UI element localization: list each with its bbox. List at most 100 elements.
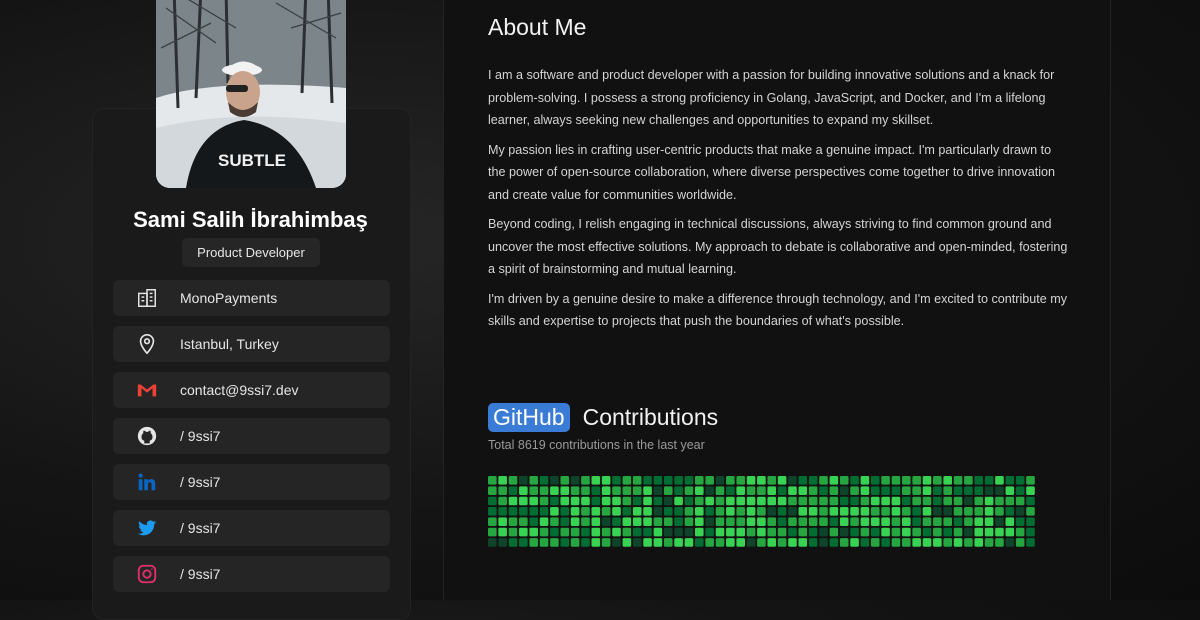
contribution-cell [881,496,890,506]
contribution-cell [622,476,632,485]
contribution-cell [788,476,797,485]
contribution-cell [508,476,518,485]
contribution-cell [560,476,570,485]
email-row[interactable]: contact@9ssi7.dev [113,372,390,408]
contribution-cell [498,486,507,495]
contribution-cell [726,517,735,526]
contribution-cell [539,507,549,516]
contribution-cell [922,476,932,485]
contribution-cell [581,486,590,495]
contribution-cell [705,496,714,506]
contribution-cell [1005,496,1015,506]
contribution-cell [653,507,663,516]
contribution-cell [601,496,611,506]
contribution-cell [601,476,611,485]
twitter-row[interactable]: / 9ssi7 [113,510,390,546]
contribution-cell [777,517,787,526]
contribution-cell [912,527,921,537]
contribution-cell [643,486,652,495]
github-link[interactable]: / 9ssi7 [180,428,220,444]
contribution-cell [508,507,518,516]
contribution-cell [498,527,507,537]
contribution-cell [829,517,839,526]
contribution-cell [632,496,642,506]
contribution-cell [695,507,704,516]
contribution-cell [612,486,621,495]
contribution-cell [829,486,839,495]
contribution-cell [798,517,808,526]
contribution-cell [933,507,942,516]
about-body: I am a software and product developer wi… [488,64,1068,340]
contribution-cell [943,476,952,485]
contribution-cell [488,507,497,516]
email-link[interactable]: contact@9ssi7.dev [180,382,299,398]
contribution-cell [529,486,538,495]
contribution-cell [1026,507,1035,516]
contribution-cell [943,517,952,526]
instagram-link[interactable]: / 9ssi7 [180,566,220,582]
about-paragraph: My passion lies in crafting user-centric… [488,142,1056,202]
contribution-cell [508,496,518,506]
contribution-cell [612,496,621,506]
contribution-cell [529,476,538,485]
contribution-cell [726,538,735,547]
contribution-cell [705,476,714,485]
contribution-cell [777,486,787,495]
contribution-cell [829,476,839,485]
contribution-cell [519,538,528,547]
contribution-cell [1015,486,1025,495]
contribution-cell [757,538,766,547]
contribution-cell [860,538,870,547]
contribution-cell [995,486,1004,495]
role-badge: Product Developer [182,238,320,267]
location-row: Istanbul, Turkey [113,326,390,362]
contribution-cell [767,538,777,547]
contribution-cell [632,538,642,547]
contribution-cell [705,538,714,547]
contribution-cell [539,538,549,547]
contribution-cell [674,507,683,516]
contribution-cell [736,496,745,506]
contribution-cell [726,476,735,485]
contribution-cell [726,486,735,495]
company-text: MonoPayments [180,290,278,306]
github-row[interactable]: / 9ssi7 [113,418,390,454]
contribution-cell [819,538,828,547]
contribution-cell [881,527,890,537]
contribution-cell [560,527,570,537]
contribution-cell [943,507,952,516]
contribution-cell [819,476,828,485]
contribution-cell [519,507,528,516]
contribution-cell [974,476,984,485]
contribution-cell [663,486,673,495]
contribution-cell [550,538,559,547]
contribution-cell [632,517,642,526]
contribution-cell [850,486,859,495]
instagram-row[interactable]: / 9ssi7 [113,556,390,592]
contribution-cell [695,476,704,485]
twitter-link[interactable]: / 9ssi7 [180,520,220,536]
contribution-cell [912,507,921,516]
contribution-cell [870,507,880,516]
contribution-cell [922,496,932,506]
contribution-cell [508,486,518,495]
contribution-cell [788,517,797,526]
contribution-cell [601,527,611,537]
contribution-cell [570,507,580,516]
contribution-cell [922,527,932,537]
contribution-cell [591,496,601,506]
contribution-cell [922,538,932,547]
linkedin-link[interactable]: / 9ssi7 [180,474,220,490]
contribution-cell [891,486,901,495]
contribution-cell [488,486,497,495]
contribution-cell [777,496,787,506]
contribution-cell [788,507,797,516]
contribution-cell [839,476,849,485]
contribution-cell [829,527,839,537]
contribution-cell [653,527,663,537]
contribution-cell [601,507,611,516]
contribution-cell [674,538,683,547]
linkedin-row[interactable]: / 9ssi7 [113,464,390,500]
contribution-cell [788,527,797,537]
contribution-cell [1005,517,1015,526]
